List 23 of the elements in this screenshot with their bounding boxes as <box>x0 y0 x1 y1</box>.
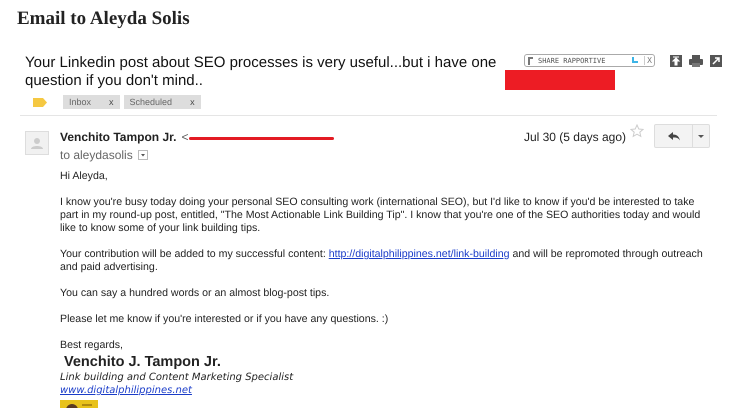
label-name: Inbox <box>69 97 92 107</box>
paragraph: You can say a hundred words or an almost blog-post tips. <box>60 287 330 300</box>
sender-name: Venchito Tampon Jr. <box>60 130 176 144</box>
paragraph: I know you're busy today doing your personal SEO consulting work (international SEO), but I'd like to know if you'd be interested to take part in my round-up post, entitled, "The Most Actionable Link Building Tip". I know that you're one of the SEO authorities today and would like to know some of your link building tips. <box>60 196 702 235</box>
label-chip[interactable]: Scheduled x <box>124 95 201 109</box>
paragraph: Your contribution will be added to my successful content: http://digitalphilippines.net/link-building and will be repromoted through outreach and paid advertising. <box>60 248 704 274</box>
closing: Best regards, <box>60 339 124 352</box>
signature-role: Link building and Content Marketing Specialist <box>60 371 294 384</box>
greeting: Hi Aleyda, <box>60 170 109 183</box>
paragraph: Please let me know if you're interested or if you have any questions. :) <box>60 313 390 326</box>
email-subject: Your Linkedin post about SEO processes is very useful...but i have one question if you don't mind.. <box>25 54 498 90</box>
label-name: Scheduled <box>130 97 172 107</box>
label-chip[interactable]: Inbox x <box>63 95 120 109</box>
remove-label-button[interactable]: x <box>190 97 195 107</box>
website-link[interactable]: www.digitalphilippines.net <box>60 384 710 397</box>
signature-name: Venchito J. Tampon Jr. <box>64 354 222 371</box>
sender-email: < <box>181 130 188 144</box>
message-date: Jul 30 (5 days ago) <box>524 130 626 144</box>
recipient: to aleydasolis <box>60 148 133 162</box>
remove-label-button[interactable]: x <box>109 97 114 107</box>
page-title: Email to Aleyda Solis <box>17 8 191 30</box>
content-link[interactable]: http://digitalphilippines.net/link-building <box>328 248 510 260</box>
close-button[interactable]: X <box>644 56 652 65</box>
